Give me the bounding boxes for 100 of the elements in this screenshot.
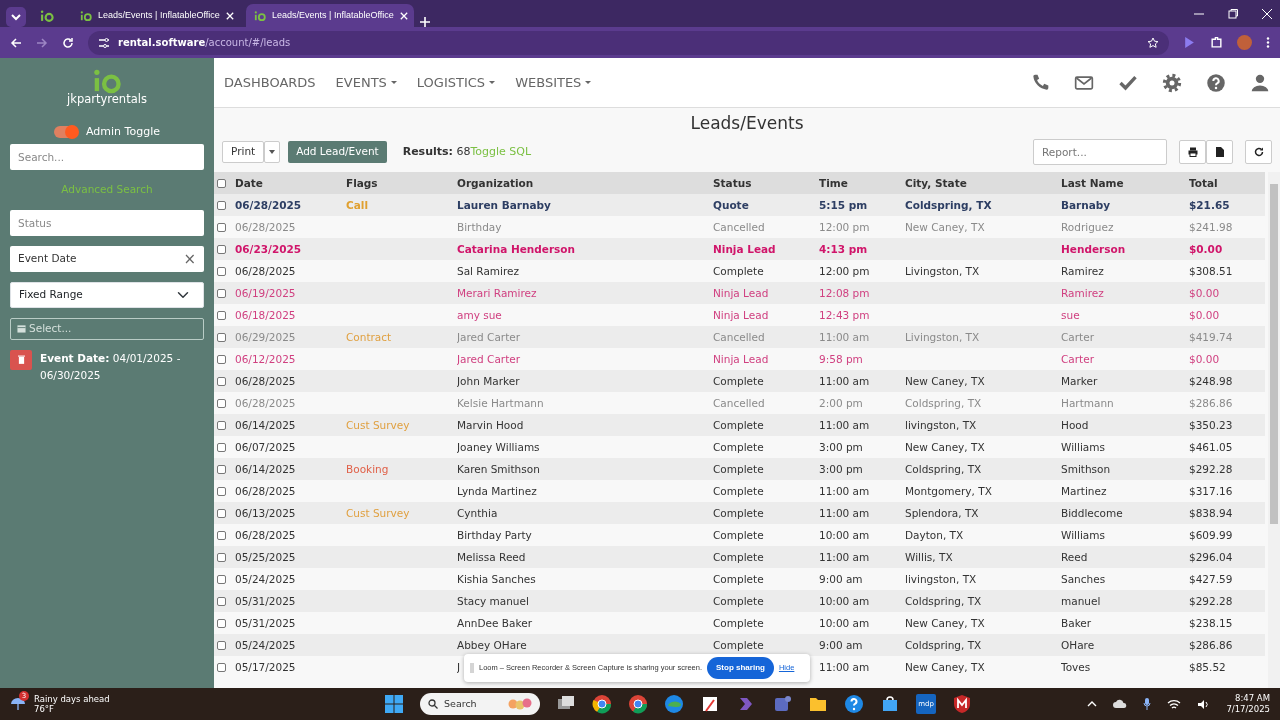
refresh-icon bbox=[1253, 147, 1264, 157]
nav-link[interactable]: WEBSITES bbox=[505, 72, 602, 93]
column-header: Last Name bbox=[1061, 176, 1124, 189]
row-checkbox[interactable] bbox=[217, 508, 226, 518]
table-cell: Coldspring, TX bbox=[905, 396, 982, 409]
row-checkbox[interactable] bbox=[217, 574, 226, 584]
event-date-field[interactable]: Event Date × bbox=[10, 245, 204, 272]
table-cell: Cancelled bbox=[713, 220, 765, 233]
row-checkbox[interactable] bbox=[217, 222, 226, 232]
export-button[interactable] bbox=[1206, 140, 1233, 164]
row-checkbox[interactable] bbox=[217, 310, 226, 320]
browser-icon[interactable] bbox=[592, 694, 612, 714]
menu-icon[interactable] bbox=[1266, 36, 1270, 49]
cloud-icon[interactable] bbox=[1113, 699, 1128, 709]
row-checkbox[interactable] bbox=[217, 288, 226, 298]
table-cell: New Caney, TX bbox=[905, 660, 985, 673]
taskbar-search[interactable]: Search bbox=[420, 693, 540, 715]
shield-icon[interactable] bbox=[952, 694, 972, 714]
row-checkbox[interactable] bbox=[217, 530, 226, 540]
add-lead-button[interactable]: Add Lead/Event bbox=[288, 141, 387, 163]
close-icon[interactable] bbox=[225, 11, 234, 20]
site-settings-icon[interactable] bbox=[98, 36, 110, 49]
row-checkbox[interactable] bbox=[217, 662, 226, 672]
search-field[interactable]: Search... bbox=[10, 144, 204, 170]
select-all-checkbox[interactable] bbox=[217, 178, 226, 188]
nav-link[interactable]: LOGISTICS bbox=[406, 72, 506, 93]
new-tab-icon[interactable] bbox=[420, 17, 430, 27]
report-field[interactable]: Report... bbox=[1033, 139, 1167, 165]
table-cell: John Marker bbox=[457, 374, 520, 387]
delete-filter-button[interactable] bbox=[10, 349, 32, 370]
table-cell: 05/17/2025 bbox=[235, 660, 296, 673]
row-checkbox[interactable] bbox=[217, 200, 226, 210]
table-cell: Baker bbox=[1061, 616, 1092, 629]
table-cell: 05/31/2025 bbox=[235, 616, 296, 629]
table-cell: AnnDee Baker bbox=[457, 616, 532, 629]
dropdown-toggle-button[interactable] bbox=[264, 141, 281, 163]
browser-tab[interactable]: Leads/Events | InflatableOffice bbox=[246, 4, 414, 27]
admin-toggle-switch[interactable] bbox=[54, 125, 79, 138]
extension-icon[interactable] bbox=[1183, 36, 1196, 49]
microphone-icon[interactable] bbox=[1143, 698, 1152, 710]
clear-button[interactable]: × bbox=[183, 247, 196, 270]
phone-icon[interactable] bbox=[1030, 72, 1050, 93]
windows-start-icon[interactable] bbox=[384, 694, 404, 714]
row-checkbox[interactable] bbox=[217, 398, 226, 408]
range-select[interactable]: Fixed Range bbox=[10, 281, 204, 308]
browser-tab[interactable]: Leads/Events | InflatableOffice bbox=[72, 4, 240, 27]
reload-icon[interactable] bbox=[62, 36, 74, 49]
close-icon[interactable] bbox=[1262, 9, 1272, 19]
nav-link[interactable]: EVENTS bbox=[325, 72, 407, 93]
volume-icon[interactable] bbox=[1197, 698, 1211, 710]
print-button[interactable]: Print bbox=[222, 141, 265, 163]
table-cell: Coldspring, TX bbox=[905, 638, 982, 651]
browser-icon[interactable] bbox=[628, 694, 648, 714]
table-cell: Livingston, TX bbox=[905, 330, 980, 343]
back-icon[interactable] bbox=[10, 36, 22, 49]
status-field[interactable]: Status bbox=[10, 209, 204, 236]
date-picker-field[interactable]: Select... bbox=[10, 317, 204, 340]
help-icon[interactable] bbox=[844, 694, 864, 714]
table-cell: sue bbox=[1061, 308, 1080, 321]
store-icon[interactable] bbox=[880, 694, 900, 714]
nav-link[interactable]: DASHBOARDS bbox=[214, 72, 326, 93]
row-checkbox[interactable] bbox=[217, 552, 226, 562]
restore-icon[interactable] bbox=[1228, 9, 1238, 19]
emoji-icon bbox=[508, 698, 532, 710]
star-icon[interactable] bbox=[1147, 36, 1159, 49]
refresh-button[interactable] bbox=[1245, 140, 1272, 164]
row-checkbox[interactable] bbox=[217, 376, 226, 386]
table-cell: 11:00 am bbox=[819, 484, 870, 497]
row-checkbox[interactable] bbox=[217, 354, 226, 364]
chevron-up-icon[interactable] bbox=[1087, 699, 1098, 709]
settings-icon[interactable] bbox=[1162, 72, 1182, 93]
table-cell: $317.16 bbox=[1189, 484, 1233, 497]
user-icon[interactable] bbox=[1250, 72, 1270, 93]
column-header: Date bbox=[235, 176, 263, 189]
table-cell: Splendora, TX bbox=[905, 506, 979, 519]
row-checkbox[interactable] bbox=[217, 486, 226, 496]
scrollbar[interactable] bbox=[1268, 172, 1280, 688]
stop-sharing-button[interactable]: Stop sharing bbox=[707, 657, 774, 679]
close-icon[interactable] bbox=[399, 11, 408, 20]
tab-search-button[interactable] bbox=[6, 7, 26, 27]
table-cell: Karen Smithson bbox=[457, 462, 540, 475]
row-checkbox[interactable] bbox=[217, 618, 226, 628]
row-checkbox[interactable] bbox=[217, 332, 226, 342]
row-checkbox[interactable] bbox=[217, 442, 226, 452]
table-cell: 06/13/2025 bbox=[235, 506, 296, 519]
row-checkbox[interactable] bbox=[217, 420, 226, 430]
row-checkbox[interactable] bbox=[217, 640, 226, 650]
row-checkbox[interactable] bbox=[217, 266, 226, 276]
print-icon-button[interactable] bbox=[1179, 140, 1206, 164]
row-checkbox[interactable] bbox=[217, 464, 226, 474]
address-bar[interactable]: rental.software/account/#/leads bbox=[88, 30, 1169, 55]
forward-icon[interactable] bbox=[36, 36, 48, 49]
row-checkbox[interactable] bbox=[217, 244, 226, 254]
table-cell: 12:08 pm bbox=[819, 286, 870, 299]
table-cell: Williams bbox=[1061, 440, 1105, 453]
table-cell: 11:00 am bbox=[819, 330, 870, 343]
wifi-icon[interactable] bbox=[1167, 698, 1182, 710]
row-checkbox[interactable] bbox=[217, 596, 226, 606]
table-cell: Marker bbox=[1061, 374, 1098, 387]
table-cell: 12:00 pm bbox=[819, 264, 870, 277]
